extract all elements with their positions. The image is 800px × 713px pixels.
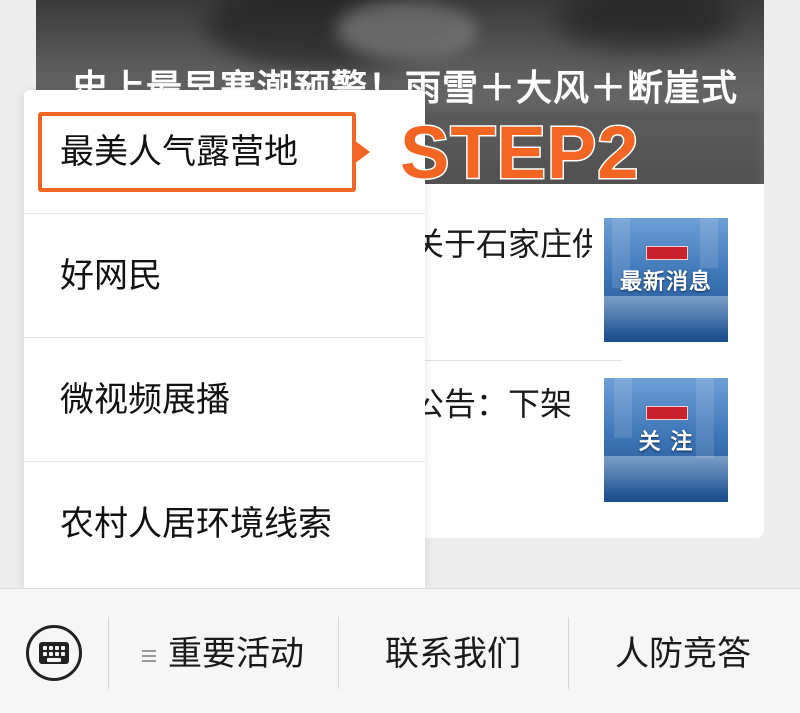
hamburger-icon [142, 649, 156, 662]
thumbnail-caption: 关 注 [638, 430, 694, 455]
step-highlight-box [38, 112, 356, 192]
tab-civil-defense-quiz[interactable]: 人防竞答 [570, 629, 796, 679]
step-label: STEP2 [398, 110, 640, 196]
tab-important-activities[interactable]: 重要活动 [110, 629, 336, 679]
news-item-title: 关于石家庄供 [412, 225, 592, 263]
menu-item-label: 农村人居环境线索 [60, 504, 332, 544]
news-thumbnail: 最新消息 [604, 218, 728, 342]
tab-label: 重要活动 [168, 634, 304, 674]
news-thumbnail: 关 注 [604, 378, 728, 502]
tab-contact-us[interactable]: 联系我们 [340, 629, 566, 679]
news-item-title: 公告：下架 [412, 385, 573, 423]
menu-item-rural-environment[interactable]: 农村人居环境线索 [24, 462, 425, 586]
menu-item-good-netizen[interactable]: 好网民 [24, 214, 425, 338]
media-logo-icon [646, 246, 688, 260]
pointer-arrow-icon [354, 140, 370, 164]
tab-label: 人防竞答 [615, 634, 751, 674]
bottom-menu-bar: 重要活动 联系我们 人防竞答 [0, 588, 800, 713]
thumbnail-caption: 最新消息 [619, 270, 712, 295]
menu-item-label: 好网民 [60, 256, 162, 296]
keyboard-icon[interactable] [26, 625, 82, 681]
tab-label: 联系我们 [385, 634, 521, 674]
menu-item-label: 微视频展播 [60, 380, 230, 420]
media-logo-icon [646, 406, 688, 420]
menu-item-micro-video[interactable]: 微视频展播 [24, 338, 425, 462]
